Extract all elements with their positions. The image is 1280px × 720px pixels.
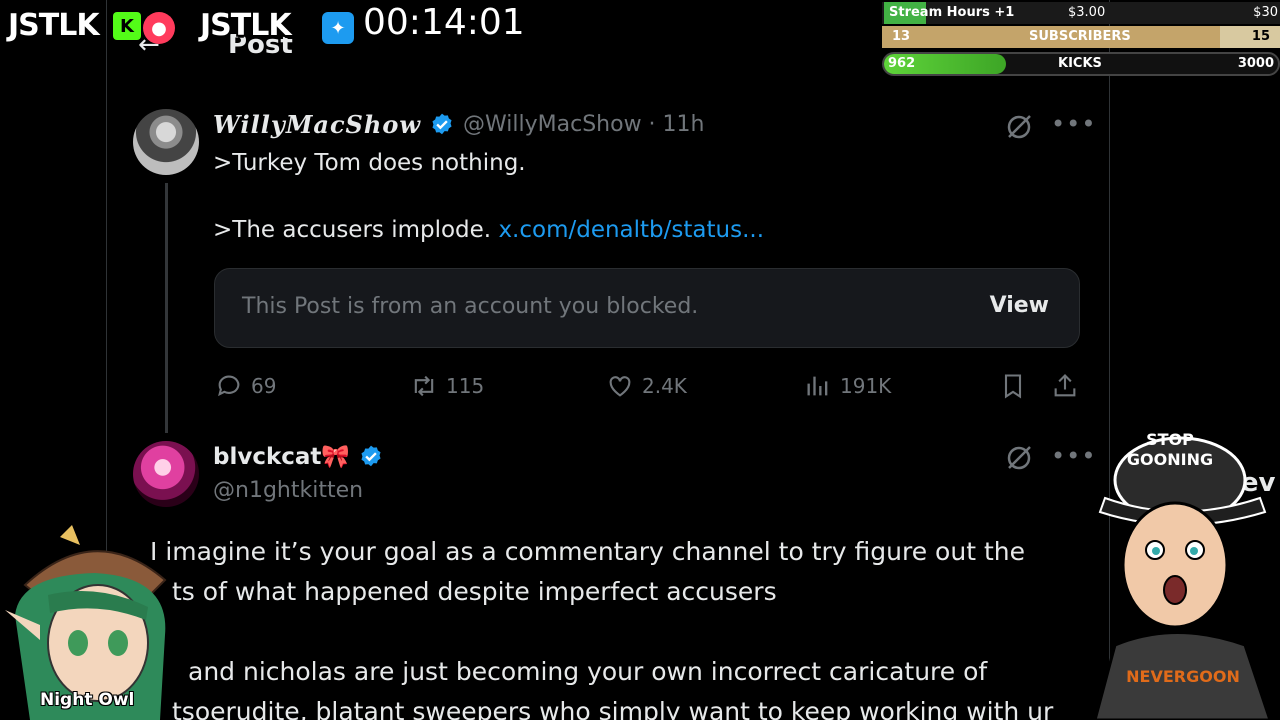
stream-goals-panel: Stream Hours +1 $3.00 $30 13 SUBSCRIBERS…: [882, 0, 1280, 78]
tweet-header: WillyMacShow @WillyMacShow · 11h: [213, 110, 704, 139]
share-icon: [1054, 374, 1076, 397]
reply-icon: [218, 375, 240, 397]
tweet-header: blvckcat🎀: [213, 443, 384, 470]
more-options-icon[interactable]: •••: [1051, 442, 1096, 470]
subscribers-bar: 13 SUBSCRIBERS 15: [882, 26, 1280, 48]
more-options-icon[interactable]: •••: [1051, 110, 1096, 138]
views-count: 191K: [840, 374, 892, 398]
repost-count: 115: [446, 374, 485, 398]
subs-count: 13: [892, 29, 911, 44]
grok-icon[interactable]: [1005, 113, 1033, 141]
screen: ← Post WillyMacShow @WillyMacShow · 11h …: [0, 0, 1280, 720]
author-name[interactable]: WillyMacShow: [213, 110, 421, 139]
tweet-text-line: >Turkey Tom does nothing.: [213, 150, 526, 176]
kicks-goal: 3000: [1237, 56, 1274, 71]
stream-hours-mid: $3.00: [1068, 5, 1106, 20]
avatar[interactable]: [133, 109, 199, 175]
twitter-bird-icon: ✦: [322, 12, 354, 44]
grok-icon[interactable]: [1005, 444, 1033, 472]
tweet-text: >The accusers implode.: [213, 217, 499, 243]
repost-button[interactable]: 115: [410, 372, 484, 400]
verified-badge-icon: [361, 445, 381, 466]
tweet-text-line: and nicholas are just becoming your own …: [188, 657, 988, 686]
blocked-quote-card: This Post is from an account you blocked…: [214, 268, 1080, 348]
thread-line: [165, 183, 168, 433]
subs-goal: 15: [1251, 29, 1270, 44]
channel-logo: JSTLK: [8, 8, 100, 43]
views-icon: [807, 376, 828, 396]
blocked-message: This Post is from an account you blocked…: [242, 294, 699, 319]
tweet-text-line: I imagine it’s your goal as a commentary…: [150, 537, 1025, 566]
author-handle[interactable]: @n1ghtkitten: [213, 478, 363, 503]
tweet-text-line: ts of what happened despite imperfect ac…: [172, 577, 777, 606]
author-handle[interactable]: @WillyMacShow · 11h: [463, 112, 704, 137]
streamer-sticker: STOP GOONING NEVERGOON: [1095, 430, 1272, 720]
hat-text: STOP: [1146, 430, 1194, 449]
verified-badge-icon: [432, 113, 452, 134]
author-name[interactable]: blvckcat🎀: [213, 443, 350, 470]
heart-icon: [609, 376, 631, 397]
like-count: 2.4K: [642, 374, 687, 398]
stream-timer: 00:14:01: [363, 2, 525, 43]
hat-text: GOONING: [1127, 450, 1213, 469]
tweet-text-line: tsoerudite, blatant sweepers who simply …: [172, 697, 1054, 720]
kicks-bar: 962 KICKS 3000: [882, 52, 1280, 76]
views-button[interactable]: 191K: [804, 372, 891, 400]
reply-button[interactable]: 69: [215, 372, 276, 400]
svg-text:NEVERGOON: NEVERGOON: [1126, 667, 1240, 686]
tweet-text-line: >The accusers implode. x.com/denaltb/sta…: [213, 217, 764, 243]
tweet-link[interactable]: x.com/denaltb/status...: [498, 217, 764, 243]
overlay-label: Night Owl: [40, 690, 135, 710]
subs-label: SUBSCRIBERS: [1029, 29, 1131, 44]
stream-hours-right: $30: [1253, 5, 1278, 20]
kicks-count: 962: [888, 56, 916, 71]
stream-hours-label: Stream Hours +1: [889, 5, 1015, 20]
repost-icon: [414, 375, 434, 397]
channel-logo: JSTLK: [200, 8, 292, 43]
live-record-icon: ●: [143, 12, 175, 44]
share-button[interactable]: [1051, 372, 1079, 400]
stream-hours-bar: Stream Hours +1 $3.00 $30: [882, 2, 1280, 24]
bookmark-button[interactable]: [999, 372, 1027, 400]
reply-count: 69: [251, 374, 277, 398]
kicks-label: KICKS: [1058, 56, 1102, 71]
kick-icon: K: [113, 12, 141, 40]
bookmark-icon: [1004, 374, 1022, 399]
avatar[interactable]: [133, 441, 199, 507]
like-button[interactable]: 2.4K: [606, 372, 687, 400]
view-button[interactable]: View: [990, 293, 1049, 318]
